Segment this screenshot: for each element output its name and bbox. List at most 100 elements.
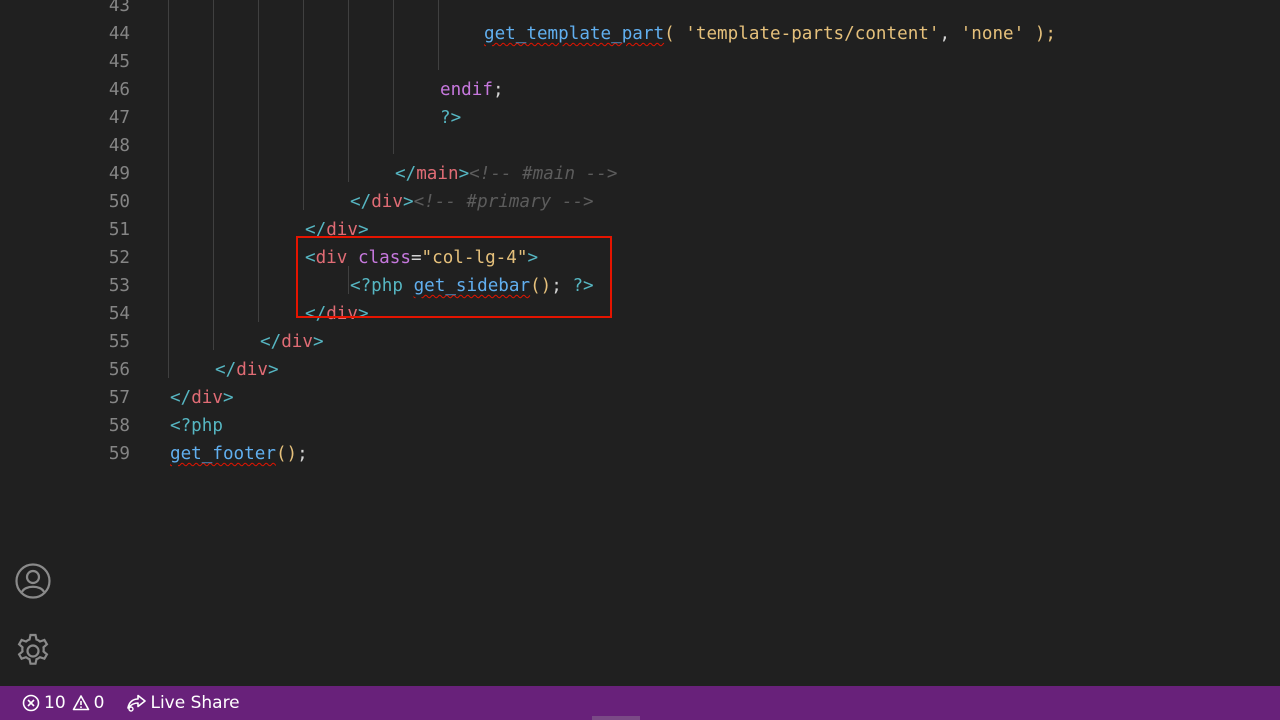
code-token: get_footer [170, 444, 276, 464]
code-line[interactable]: 44 get_template_part( 'template-parts/con… [66, 20, 1280, 48]
error-count: 10 [44, 693, 66, 713]
code-token: ; [551, 276, 573, 296]
code-line[interactable]: 54 </div> [66, 300, 1280, 328]
code-token: > [527, 248, 539, 268]
line-code: get_template_part( 'template-parts/conte… [484, 20, 1056, 48]
code-line[interactable]: 52 <div class="col-lg-4"> [66, 244, 1280, 272]
line-code: <div class="col-lg-4"> [305, 244, 538, 272]
code-token: () [530, 276, 552, 296]
line-number: 59 [108, 444, 130, 464]
line-number: 53 [108, 276, 130, 296]
line-number: 54 [108, 304, 130, 324]
line-code: </div> [170, 384, 234, 412]
line-number: 45 [108, 52, 130, 72]
line-code: </div> [215, 356, 279, 384]
code-token: > [222, 388, 234, 408]
code-token: > [402, 192, 414, 212]
code-token: div [281, 332, 313, 352]
code-token: main [416, 164, 459, 184]
code-token: ; [492, 80, 504, 100]
code-line[interactable]: 46 endif; [66, 76, 1280, 104]
line-number: 58 [108, 416, 130, 436]
code-line[interactable]: 43 [66, 0, 1280, 20]
line-number: 46 [108, 80, 130, 100]
code-token: <?php [350, 276, 414, 296]
code-token: </ [305, 220, 327, 240]
code-line[interactable]: 58 <?php [66, 412, 1280, 440]
line-number: 43 [108, 0, 130, 16]
gear-icon[interactable] [13, 631, 53, 671]
line-number: 56 [108, 360, 130, 380]
line-number: 47 [108, 108, 130, 128]
code-line[interactable]: 56 </div> [66, 356, 1280, 384]
code-token: ); [1024, 24, 1057, 44]
line-number: 57 [108, 388, 130, 408]
code-token: < [305, 248, 316, 268]
horizontal-scroll-thumb[interactable] [592, 716, 640, 720]
live-share-button[interactable]: Live Share [120, 686, 245, 720]
error-icon [22, 694, 44, 712]
code-token: > [357, 220, 369, 240]
code-token: <!-- #primary --> [413, 192, 594, 212]
code-token: > [267, 360, 279, 380]
line-code: </div> [260, 328, 324, 356]
code-line[interactable]: 49 </main><!-- #main --> [66, 160, 1280, 188]
warning-icon [72, 694, 94, 712]
code-token: ( [664, 24, 686, 44]
code-line[interactable]: 59 get_footer(); [66, 440, 1280, 468]
code-token: ?> [572, 276, 594, 296]
code-token: <?php [170, 416, 223, 436]
line-code: </main><!-- #main --> [395, 160, 617, 188]
code-token: div [371, 192, 403, 212]
live-share-label: Live Share [150, 693, 240, 713]
code-token: div [326, 304, 358, 324]
code-token: 'none' [960, 24, 1025, 44]
status-bar: 10 0 Live Share [0, 686, 1280, 720]
warning-count: 0 [93, 693, 105, 713]
code-token: div [191, 388, 223, 408]
code-token: </ [395, 164, 417, 184]
code-token: endif [440, 80, 493, 100]
code-token: get_sidebar [413, 276, 531, 296]
code-token: get_template_part [484, 24, 665, 44]
code-token: </ [260, 332, 282, 352]
line-number: 48 [108, 136, 130, 156]
code-token: "col-lg-4" [421, 248, 528, 268]
code-line[interactable]: 55 </div> [66, 328, 1280, 356]
code-token: ?> [440, 108, 462, 128]
code-token: <!-- #main --> [469, 164, 618, 184]
code-token: 'template-parts/content' [685, 24, 940, 44]
code-token: </ [350, 192, 372, 212]
line-number: 55 [108, 332, 130, 352]
code-line[interactable]: 47 ?> [66, 104, 1280, 132]
code-token: </ [170, 388, 192, 408]
code-line[interactable]: 57 </div> [66, 384, 1280, 412]
code-line[interactable]: 53 <?php get_sidebar(); ?> [66, 272, 1280, 300]
code-line[interactable]: 51 </div> [66, 216, 1280, 244]
code-line[interactable]: 45 [66, 48, 1280, 76]
activity-bar [0, 0, 66, 686]
line-number: 51 [108, 220, 130, 240]
code-token: </ [305, 304, 327, 324]
line-code: endif; [440, 76, 504, 104]
code-token: > [312, 332, 324, 352]
line-code: <?php get_sidebar(); ?> [350, 272, 594, 300]
code-token: > [357, 304, 369, 324]
line-code: ?> [440, 104, 461, 132]
code-token: div [236, 360, 268, 380]
code-line[interactable]: 50 </div><!-- #primary --> [66, 188, 1280, 216]
code-token: div [326, 220, 358, 240]
line-number: 50 [108, 192, 130, 212]
problems-indicator[interactable]: 10 0 [0, 686, 110, 720]
code-token: </ [215, 360, 237, 380]
code-line[interactable]: 48 [66, 132, 1280, 160]
line-number: 44 [108, 24, 130, 44]
code-token: > [458, 164, 470, 184]
line-code: </div> [305, 300, 369, 328]
account-icon[interactable] [13, 561, 53, 601]
code-token: class [347, 248, 411, 268]
line-number: 49 [108, 164, 130, 184]
code-token: ; [297, 444, 308, 464]
code-editor[interactable]: 43 44 get_template_part( 'template-parts/c… [66, 0, 1280, 686]
line-code: get_footer(); [170, 440, 308, 468]
